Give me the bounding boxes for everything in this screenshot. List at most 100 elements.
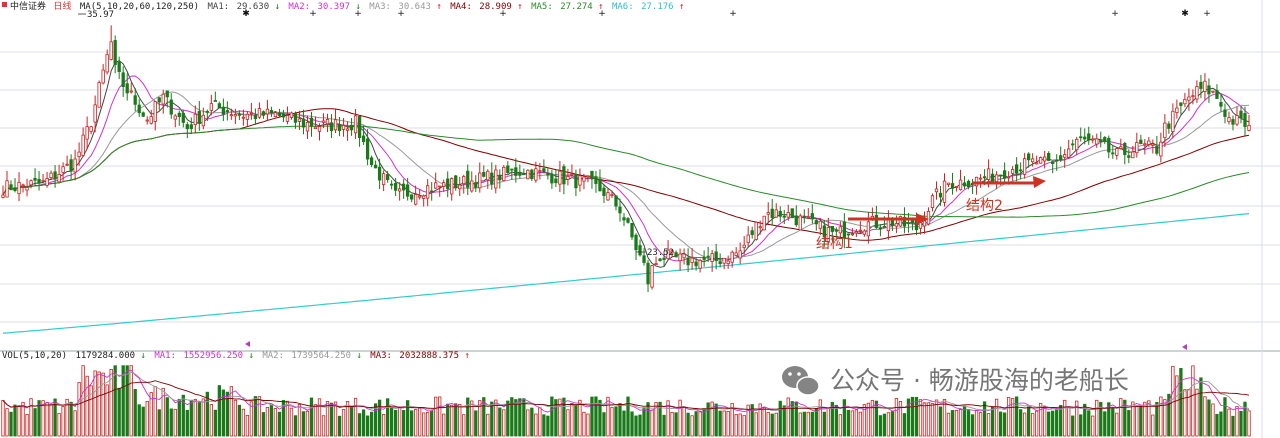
candle-body (734, 252, 738, 256)
candle-body (702, 256, 706, 260)
candle-body (942, 180, 947, 203)
volume-bar (273, 408, 278, 437)
ma2-name: MA2: (288, 2, 310, 12)
volume-bar (1, 400, 5, 437)
candle-body (1171, 110, 1175, 132)
volume-bar (850, 410, 855, 437)
candle-body (818, 220, 822, 229)
volume-bar (193, 399, 197, 437)
candle-body (510, 168, 514, 171)
candle-body (357, 116, 362, 139)
ma1-value: 29.630 (237, 2, 270, 12)
volume-bar (994, 398, 999, 437)
candle-body (329, 122, 334, 132)
volume-bar (454, 403, 458, 437)
candle-body (1119, 146, 1123, 149)
volume-bar (1063, 399, 1067, 437)
volume-bar (1095, 399, 1099, 437)
volume-bar (402, 409, 406, 437)
candle-body (1014, 164, 1019, 174)
volume-bar (1207, 399, 1211, 437)
volume-bar (1139, 405, 1143, 437)
volume-bar (185, 409, 189, 437)
volume-bar (718, 410, 722, 437)
volume-bar (249, 401, 254, 437)
candle-body (426, 185, 430, 199)
candle-body (333, 119, 338, 131)
ma3-name: MA3: (369, 2, 391, 12)
candle-body (810, 213, 814, 220)
volume-bar (189, 399, 193, 437)
candle-body (1107, 137, 1111, 153)
left-range-marker (245, 341, 250, 347)
candle-body (710, 253, 714, 262)
candle-body (978, 177, 983, 180)
volume-bar (538, 407, 542, 437)
ma6-trend: ↑ (679, 2, 684, 12)
candle-body (233, 114, 238, 117)
volume-bar (1143, 401, 1147, 437)
candle-body (1095, 138, 1099, 145)
volume-bar (1203, 396, 1207, 437)
volume-bar (297, 404, 302, 437)
volume-bar (233, 399, 238, 437)
candle-body (73, 158, 77, 173)
candle-body (738, 250, 742, 259)
ma3-line (2, 91, 1250, 261)
volume-bar (810, 411, 814, 437)
candle-body (273, 112, 278, 118)
candle-body (1231, 119, 1235, 125)
candle-body (458, 184, 462, 190)
volume-bar (209, 404, 213, 437)
volume-bar (1223, 397, 1227, 437)
candle-body (113, 40, 117, 65)
candle-body (1027, 153, 1031, 161)
candle-body (586, 175, 590, 178)
candle-body (129, 90, 133, 93)
volume-bar (742, 415, 746, 437)
volume-bar (894, 398, 899, 437)
candle-body (353, 115, 358, 134)
event-marker: ✱ (1181, 9, 1189, 19)
candle-body (922, 220, 927, 227)
candle-body (850, 233, 855, 236)
candle-body (209, 103, 213, 111)
price-header: 中信证券 日线 MA(5,10,20,60,120,250) MA1: 29.6… (10, 0, 684, 12)
volume-bar (1035, 410, 1039, 437)
candle-body (153, 101, 157, 122)
volume-bar (818, 399, 822, 437)
arrow-structure-2-head (1033, 176, 1046, 188)
candle-body (994, 174, 999, 182)
candle-body (830, 225, 834, 232)
volume-bar (253, 396, 258, 437)
candle-body (29, 180, 33, 186)
candle-body (17, 181, 21, 195)
candle-body (674, 252, 678, 258)
candle-body (514, 167, 518, 176)
volume-bar (446, 403, 450, 437)
volume-bar (1135, 406, 1139, 437)
candle-body (345, 128, 350, 131)
volume-bar (722, 410, 726, 437)
candle-body (490, 172, 494, 185)
candle-body (562, 166, 566, 185)
candle-body (85, 126, 89, 140)
ma2-value: 30.397 (318, 2, 351, 12)
candle-body (962, 182, 967, 187)
candle-body (558, 170, 562, 185)
candle-body (373, 164, 378, 169)
volume-bar (962, 405, 967, 437)
volume-bar (169, 408, 173, 437)
candle-body (414, 194, 418, 205)
ma-label: MA(5,10,20,60,120,250) (80, 2, 199, 12)
volume-bar (770, 413, 774, 437)
volume-bar (121, 365, 125, 437)
candle-body (874, 214, 879, 228)
volume-bar (966, 410, 971, 437)
candle-body (918, 222, 923, 229)
candle-body (622, 217, 626, 221)
candle-body (858, 229, 863, 232)
candle-body (361, 135, 366, 143)
volume-bar (450, 404, 454, 437)
candle-body (718, 261, 722, 264)
